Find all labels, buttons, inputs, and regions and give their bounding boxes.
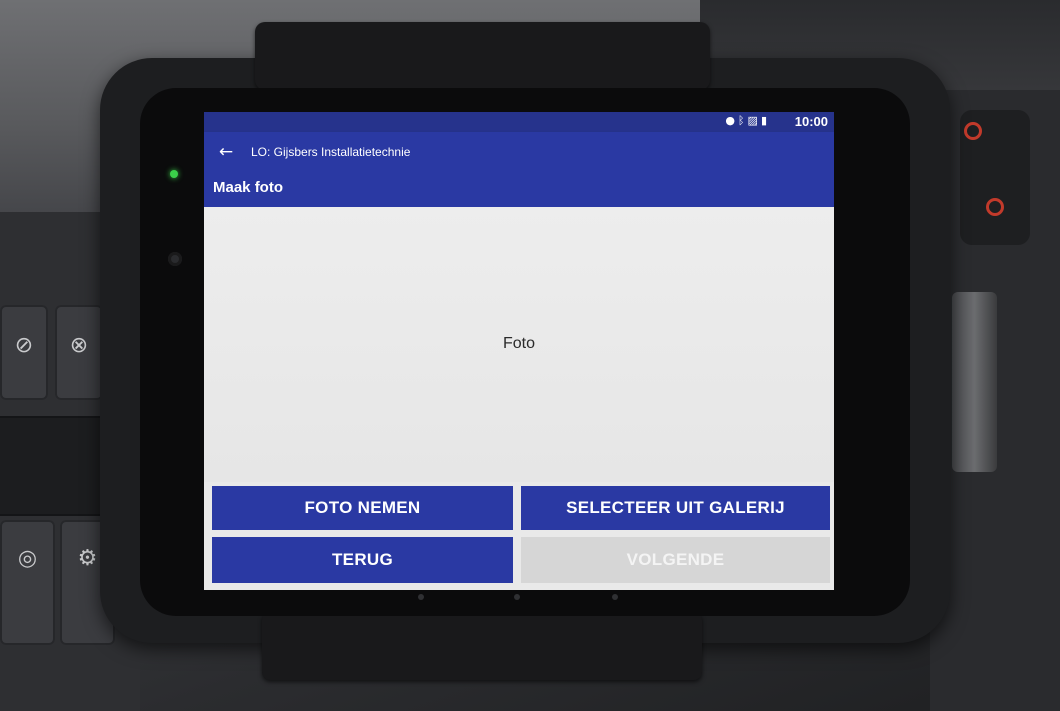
- nav-home-hint: [514, 594, 520, 600]
- take-photo-button[interactable]: FOTO NEMEN: [212, 486, 513, 530]
- park-brake-icon: ◎: [17, 546, 38, 571]
- back-button[interactable]: TERUG: [212, 537, 513, 583]
- next-button[interactable]: VOLGENDE: [521, 537, 830, 583]
- indicator-icon: [986, 198, 1004, 216]
- tablet-screen: ●ᛒ▨▮ 10:00 ← LO: Gijsbers Installatietec…: [204, 112, 834, 590]
- photo-placeholder-label: Foto: [502, 335, 535, 352]
- dashboard-switch: ⊘: [0, 305, 48, 400]
- dashboard-switch: ◎: [0, 520, 55, 645]
- bluetooth-icon: ᛒ: [737, 114, 748, 127]
- location-icon: ●: [725, 114, 738, 127]
- nav-back-hint: [418, 594, 424, 600]
- nav-recent-hint: [612, 594, 618, 600]
- mount-clamp-bottom: [262, 612, 702, 680]
- status-icons: ●ᛒ▨▮: [725, 114, 770, 127]
- status-led: [170, 170, 178, 178]
- mount-clamp-top: [255, 22, 710, 90]
- traction-off-icon: ⊗: [69, 333, 89, 358]
- status-bar: ●ᛒ▨▮ 10:00: [204, 112, 834, 132]
- mount-clip: [952, 292, 997, 472]
- photo-preview-area: Foto: [204, 207, 834, 482]
- status-time: 10:00: [794, 114, 828, 129]
- app-bar: ← LO: Gijsbers Installatietechnie Maak f…: [204, 132, 834, 207]
- battery-icon: ▮: [760, 114, 770, 127]
- front-camera: [168, 252, 182, 266]
- page-title: Maak foto: [213, 179, 284, 196]
- signal-icon: ▨: [747, 114, 761, 127]
- back-arrow-icon[interactable]: ←: [216, 142, 236, 162]
- dashboard-switch: ⊗: [55, 305, 103, 400]
- toolbar-title: LO: Gijsbers Installatietechnie: [251, 145, 411, 159]
- lane-assist-icon: ⊘: [14, 333, 34, 358]
- indicator-icon: [964, 122, 982, 140]
- dashboard-knob: [960, 110, 1030, 245]
- select-from-gallery-button[interactable]: SELECTEER UIT GALERIJ: [521, 486, 830, 530]
